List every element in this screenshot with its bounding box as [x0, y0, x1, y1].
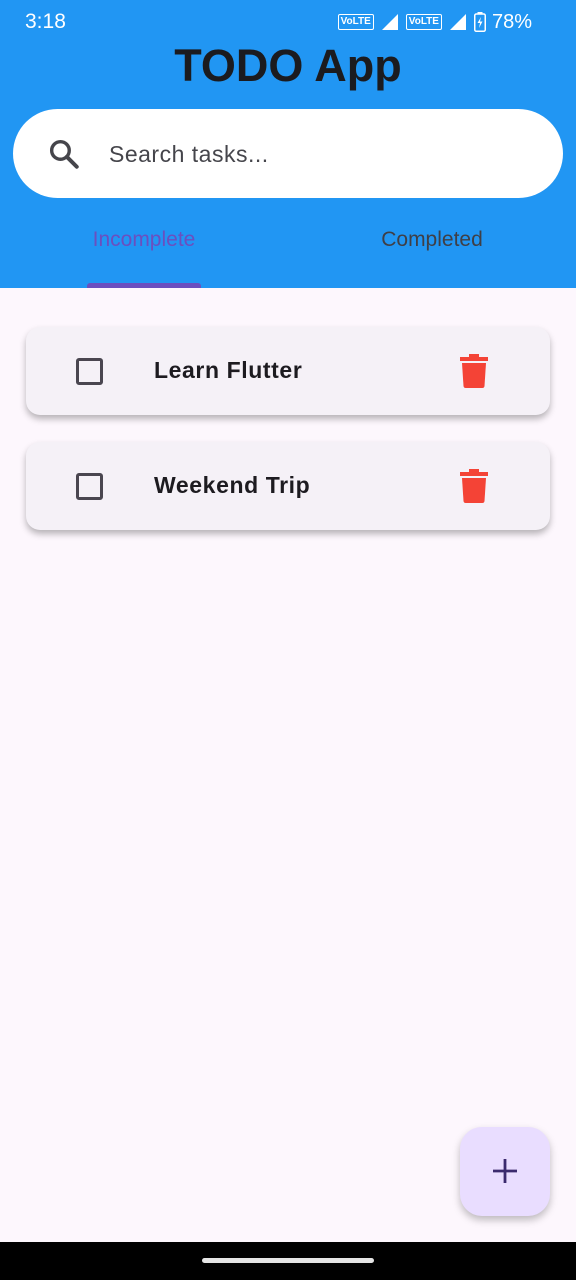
- search-icon: [49, 139, 79, 169]
- status-icons: VoLTE VoLTE 78%: [337, 10, 532, 34]
- battery-charging-icon: [473, 12, 486, 32]
- task-checkbox[interactable]: [76, 473, 103, 500]
- task-title: Weekend Trip: [154, 472, 311, 498]
- volte-badge: VoLTE: [337, 14, 374, 30]
- add-icon: [493, 1159, 517, 1183]
- battery-percentage: 78%: [491, 10, 532, 33]
- status-bar: 3:18 VoLTE VoLTE 78%: [0, 0, 576, 44]
- task-item[interactable]: Learn Flutter: [26, 327, 550, 415]
- signal-icon: [381, 14, 398, 30]
- app-title: TODO App: [174, 40, 402, 91]
- system-navigation-bar: [0, 1242, 576, 1280]
- tab-incomplete[interactable]: Incomplete: [0, 228, 288, 288]
- task-title: Learn Flutter: [154, 357, 303, 383]
- tab-completed[interactable]: Completed: [288, 228, 576, 288]
- task-checkbox[interactable]: [76, 358, 103, 385]
- app-bar: 3:18 VoLTE VoLTE 78% TODO App Incomplete: [0, 0, 576, 288]
- signal-icon: [449, 14, 466, 30]
- add-task-button[interactable]: [460, 1127, 550, 1216]
- status-time: 3:18: [25, 10, 66, 33]
- task-item[interactable]: Weekend Trip: [26, 442, 550, 530]
- volte-badge: VoLTE: [405, 14, 442, 30]
- search-bar[interactable]: [13, 109, 563, 198]
- tab-indicator: [87, 283, 201, 288]
- search-input[interactable]: [109, 137, 529, 171]
- home-gesture-handle[interactable]: [202, 1258, 374, 1263]
- delete-icon[interactable]: [459, 354, 489, 388]
- delete-icon[interactable]: [459, 469, 489, 503]
